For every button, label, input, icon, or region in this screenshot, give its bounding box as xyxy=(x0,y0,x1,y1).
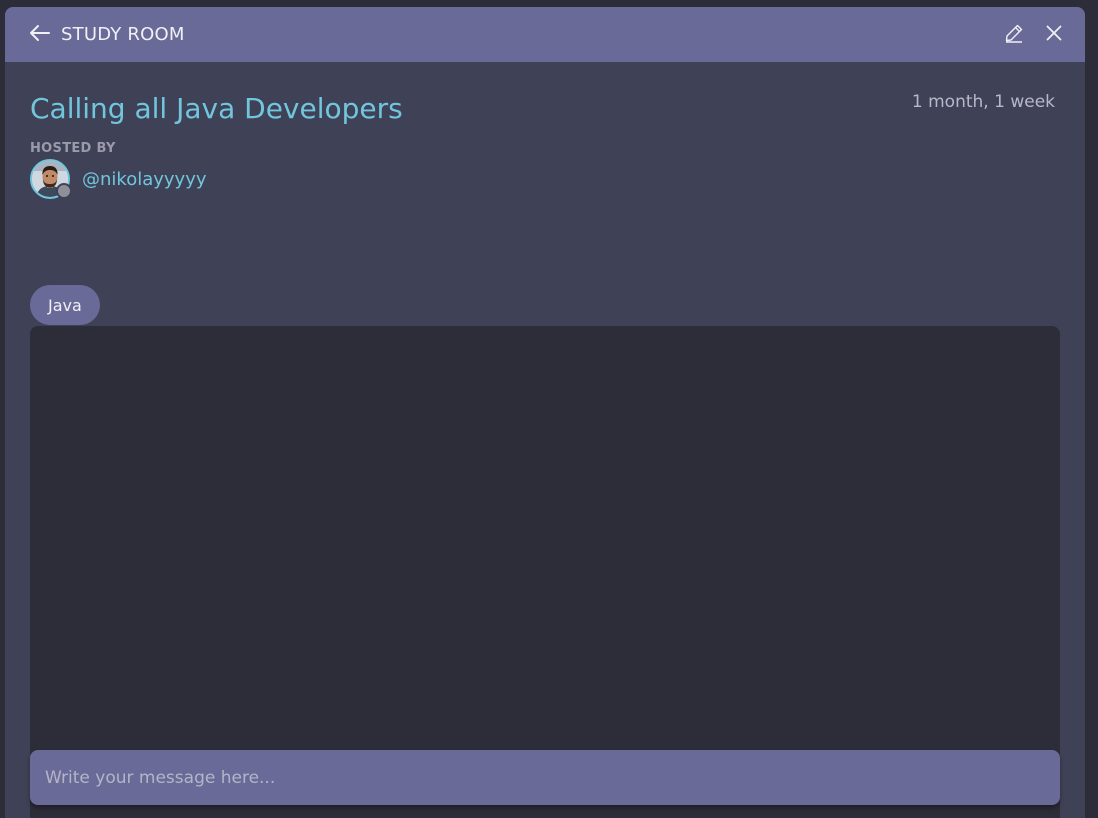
edit-button[interactable] xyxy=(1003,22,1025,44)
arrow-left-icon xyxy=(30,24,50,41)
study-room-panel: STUDY ROOM Calling all Java Developers 1… xyxy=(5,7,1085,818)
avatar[interactable] xyxy=(30,159,72,199)
back-button[interactable] xyxy=(27,20,53,46)
header-bar: STUDY ROOM xyxy=(5,7,1085,62)
page-title: STUDY ROOM xyxy=(61,24,185,45)
message-input[interactable] xyxy=(30,750,1060,805)
chat-messages-area[interactable] xyxy=(30,326,1060,818)
host-username-link[interactable]: @nikolayyyyy xyxy=(82,169,207,190)
host-info[interactable]: @nikolayyyyy xyxy=(30,159,207,199)
status-indicator xyxy=(56,183,72,199)
room-title: Calling all Java Developers xyxy=(30,92,403,125)
hosted-by-label: HOSTED BY xyxy=(30,141,116,156)
room-age: 1 month, 1 week xyxy=(911,92,1055,112)
close-button[interactable] xyxy=(1043,22,1065,44)
pencil-icon xyxy=(1005,24,1023,43)
close-icon xyxy=(1046,25,1062,40)
topic-tag[interactable]: Java xyxy=(30,285,100,325)
